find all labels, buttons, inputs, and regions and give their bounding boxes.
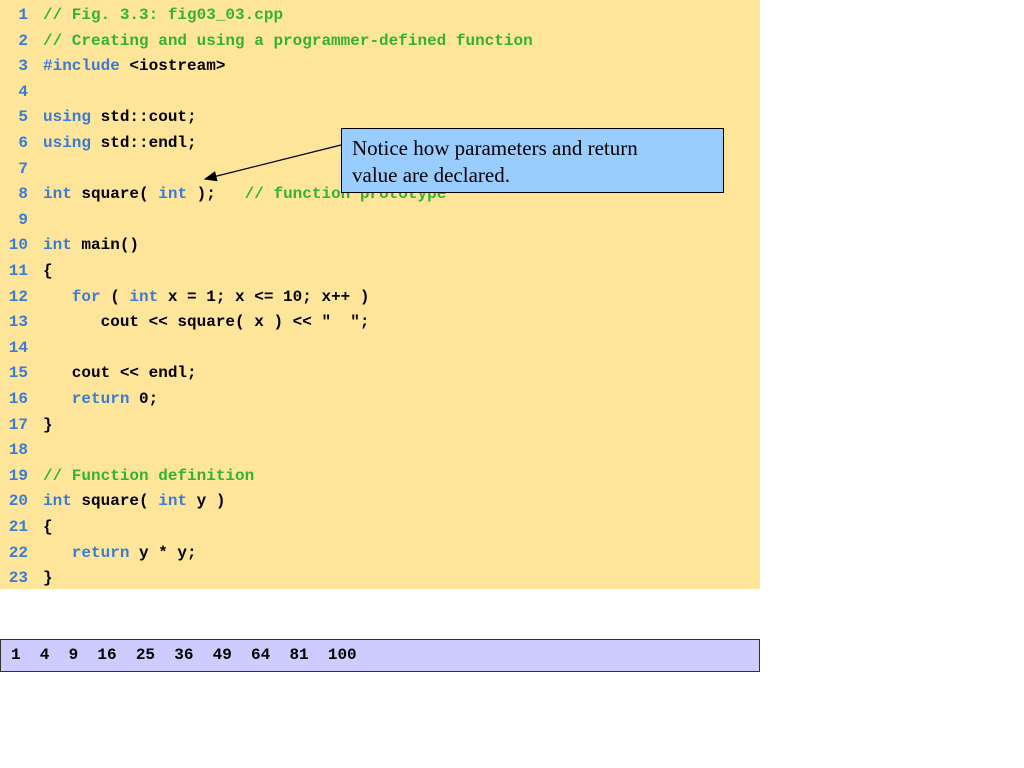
code-line: 16 return 0; (0, 387, 760, 413)
code-token-plain: main() (71, 236, 140, 255)
code-line: 23} (0, 566, 760, 592)
line-number: 4 (18, 82, 28, 101)
code-token-keyword: return (43, 390, 130, 408)
code-text: int square( int y ) (43, 489, 225, 515)
code-token-plain: cout << square( x ) << " "; (43, 313, 370, 332)
code-token-plain: { (43, 262, 53, 280)
code-token-comment: // Function definition (43, 466, 255, 485)
line-number: 8 (18, 185, 28, 204)
code-token-plain: std::endl; (91, 134, 197, 152)
code-line: 19 // Function definition (0, 464, 760, 490)
line-number: 19 (8, 466, 28, 485)
code-text: cout << endl; (43, 361, 197, 387)
code-token-plain: square( (71, 492, 159, 511)
program-output: 1 4 9 16 25 36 49 64 81 100 (0, 639, 760, 672)
code-line: 14 (0, 336, 760, 362)
code-line: 1 // Fig. 3.3: fig03_03.cpp (0, 3, 760, 29)
code-line: 4 (0, 80, 760, 106)
code-token-keyword: using (43, 108, 92, 127)
line-number: 5 (18, 108, 28, 127)
line-number: 17 (8, 415, 28, 434)
code-text: using std::cout; (43, 105, 197, 131)
line-number: 20 (8, 492, 28, 511)
code-line: 3 #include <iostream> (0, 54, 760, 80)
code-line: 2 // Creating and using a programmer-defi… (0, 29, 760, 55)
code-token-keyword: return (43, 543, 130, 562)
code-token-keyword: int (158, 492, 188, 511)
line-number: 18 (8, 441, 28, 460)
code-line: 9 (0, 208, 760, 234)
code-line: 18 (0, 438, 760, 464)
code-token-plain: 0; (129, 390, 159, 408)
code-token-keyword: int (43, 185, 72, 204)
code-text: for ( int x = 1; x <= 10; x++ ) (43, 285, 370, 311)
code-text: cout << square( x ) << " "; (43, 310, 370, 336)
code-token-plain: y * y; (129, 543, 197, 562)
code-text: int main() (43, 233, 139, 259)
code-token-comment: // Creating and using a programmer-defin… (43, 31, 533, 50)
code-token-keyword: using (43, 134, 92, 152)
code-text: // Fig. 3.3: fig03_03.cpp (43, 3, 283, 29)
line-number: 7 (18, 159, 28, 178)
code-text: // Creating and using a programmer-defin… (43, 29, 533, 55)
code-token-plain: { (43, 518, 53, 536)
code-token-keyword: for (43, 287, 101, 306)
line-number: 3 (18, 57, 28, 76)
code-text: } (43, 413, 53, 439)
code-token-plain: ); (187, 185, 245, 204)
code-line: 22 return y * y; (0, 541, 760, 567)
line-number: 13 (8, 313, 28, 332)
line-number: 23 (8, 569, 28, 588)
line-number: 2 (18, 31, 28, 50)
code-token-plain: } (43, 569, 53, 588)
code-line: 15 cout << endl; (0, 361, 760, 387)
callout-note: Notice how parameters and return value a… (341, 128, 724, 193)
line-number: 10 (8, 236, 28, 255)
line-number: 9 (18, 210, 28, 229)
code-token-plain: x = 1; x <= 10; x++ ) (158, 287, 370, 306)
line-number: 11 (8, 262, 28, 280)
code-line: 21 { (0, 515, 760, 541)
code-line: 11 { (0, 259, 760, 285)
line-number: 12 (8, 287, 28, 306)
code-text: return 0; (43, 387, 158, 413)
code-line: 20 int square( int y ) (0, 489, 760, 515)
code-token-plain: ( (100, 287, 130, 306)
code-text: } (43, 566, 53, 592)
code-token-keyword: int (129, 287, 159, 306)
line-number: 6 (18, 134, 28, 152)
code-token-keyword: int (158, 185, 188, 204)
callout-text-line1: Notice how parameters and return (352, 136, 638, 160)
line-number: 1 (18, 6, 28, 24)
code-text: return y * y; (43, 541, 197, 567)
code-token-plain: } (43, 415, 53, 434)
code-text: { (43, 515, 53, 541)
code-line: 13 cout << square( x ) << " "; (0, 310, 760, 336)
code-token-keyword: #include (43, 57, 120, 76)
code-panel: 1 // Fig. 3.3: fig03_03.cpp 2 // Creating a… (0, 0, 760, 589)
line-number: 14 (8, 338, 28, 357)
code-line: 12 for ( int x = 1; x <= 10; x++ ) (0, 285, 760, 311)
code-text: #include <iostream> (43, 54, 225, 80)
code-token-keyword: int (43, 492, 72, 511)
code-token-plain: cout << endl; (43, 364, 197, 383)
code-token-plain: square( (71, 185, 159, 204)
code-token-comment: // Fig. 3.3: fig03_03.cpp (43, 6, 284, 24)
code-line: 10 int main() (0, 233, 760, 259)
code-token-plain: std::cout; (91, 108, 197, 127)
code-token-keyword: int (43, 236, 72, 255)
code-text: using std::endl; (43, 131, 197, 157)
line-number: 15 (8, 364, 28, 383)
line-number: 21 (8, 518, 28, 536)
code-token-plain: <iostream> (119, 57, 226, 76)
line-number: 22 (8, 543, 28, 562)
line-number: 16 (8, 390, 28, 408)
code-line: 17} (0, 413, 760, 439)
callout-text-line2: value are declared. (352, 163, 510, 187)
code-token-plain: y ) (187, 492, 226, 511)
code-text: { (43, 259, 53, 285)
code-text: // Function definition (43, 464, 254, 490)
